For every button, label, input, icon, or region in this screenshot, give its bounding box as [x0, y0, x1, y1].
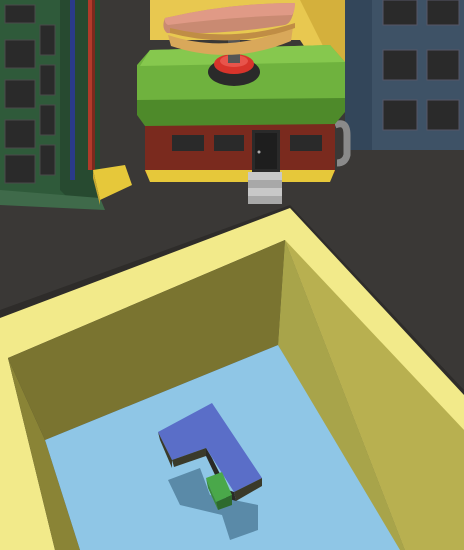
- pole-blue: [70, 0, 75, 180]
- scene-svg: [0, 0, 464, 550]
- shop-window-3: [290, 135, 322, 151]
- shop-steps: [248, 172, 282, 204]
- shop-door-icon[interactable]: [252, 130, 280, 172]
- shop-window-1: [172, 135, 204, 151]
- game-viewport[interactable]: [0, 0, 464, 550]
- shop-roof-edge: [137, 98, 345, 126]
- pole-red-shadow: [92, 0, 95, 170]
- shop-base: [145, 170, 335, 182]
- shop-window-2: [214, 135, 244, 151]
